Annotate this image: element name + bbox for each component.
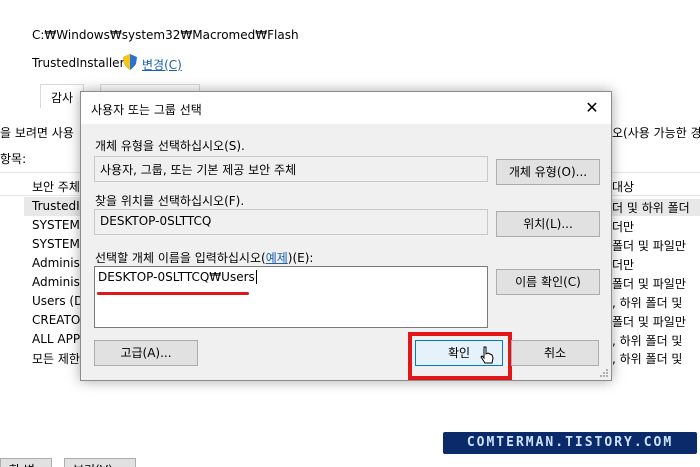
applies-to-cell: 폴더 및 파일만 (612, 315, 686, 329)
object-type-field: 사용자, 그룹, 또는 기본 제공 보안 주체 (94, 156, 488, 182)
list-item[interactable]: Administ (32, 256, 85, 275)
cancel-button[interactable]: 취소 (511, 340, 599, 366)
header-applies-to: 대상 (612, 180, 635, 194)
change-permissions-button[interactable]: 한 변경 (0, 458, 52, 467)
list-item[interactable]: ALL APP (32, 332, 80, 351)
mouse-cursor-icon (480, 346, 494, 364)
object-types-button[interactable]: 개체 유형(O)... (496, 159, 600, 185)
tab-audit[interactable]: 감사 (40, 84, 85, 108)
shield-icon (123, 54, 137, 70)
info-text-right: 오(사용 가능한 경 (612, 126, 700, 140)
object-names-label-suffix: )(E): (287, 251, 314, 265)
red-underline-annotation (97, 292, 249, 295)
view-button[interactable]: 보기(V) (64, 458, 136, 467)
applies-to-cell: 폴더 및 파일만 (612, 239, 686, 253)
header-principal: 보안 주체 (32, 180, 80, 194)
applies-to-cell: 더 및 하위 폴더 (612, 199, 700, 216)
applies-to-cell: , 하위 폴더 및 (612, 334, 683, 348)
owner-name: TrustedInstaller (32, 56, 125, 70)
dialog-titlebar[interactable]: 사용자 또는 그룹 선택 ✕ (81, 92, 611, 124)
dialog-title: 사용자 또는 그룹 선택 (91, 103, 202, 117)
locations-button[interactable]: 위치(L)... (496, 211, 600, 237)
applies-to-cell: 폴더 및 파일만 (612, 277, 686, 291)
list-item[interactable]: TrustedIn (24, 197, 87, 216)
applies-to-cell: , 하위 폴더 및 (612, 352, 683, 366)
site-watermark: COMTERMAN.TISTORY.COM (443, 432, 697, 454)
folder-path: C:₩Windows₩system32₩Macromed₩Flash (32, 28, 299, 42)
change-owner-link[interactable]: 변경(C) (142, 56, 182, 73)
close-icon[interactable]: ✕ (579, 96, 605, 120)
object-names-label: 선택할 개체 이름을 입력하십시오(예제)(E): (95, 249, 313, 266)
applies-to-cell: 더만 (612, 258, 635, 272)
list-item[interactable]: SYSTEM (32, 237, 80, 256)
examples-link[interactable]: 예제 (266, 251, 288, 265)
object-names-value: DESKTOP-0SLTTCQ₩Users (98, 270, 257, 284)
entries-label: 항목: (0, 152, 27, 166)
object-names-label-prefix: 선택할 개체 이름을 입력하십시오( (95, 251, 266, 265)
resize-grip-icon[interactable] (599, 368, 609, 378)
applies-to-cell: , 하위 폴더 및 (612, 296, 683, 310)
object-type-label: 개체 유형을 선택하십시오(S). (95, 139, 245, 153)
select-users-or-groups-dialog: 사용자 또는 그룹 선택 ✕ 개체 유형을 선택하십시오(S). 사용자, 그룹… (80, 91, 612, 381)
list-item[interactable]: 모든 제한 (32, 350, 80, 369)
location-field: DESKTOP-0SLTTCQ (94, 209, 488, 235)
list-item[interactable]: SYSTEM (32, 218, 80, 237)
applies-to-cell: 더만 (612, 220, 635, 234)
list-item[interactable]: Administ (32, 275, 85, 294)
location-label: 찾을 위치를 선택하십시오(F). (95, 194, 245, 208)
check-names-button[interactable]: 이름 확인(C) (496, 269, 600, 295)
advanced-button[interactable]: 고급(A)... (94, 340, 198, 366)
info-text-left: 을 보려면 사용 (0, 126, 74, 140)
object-names-input[interactable]: DESKTOP-0SLTTCQ₩Users (94, 266, 488, 328)
